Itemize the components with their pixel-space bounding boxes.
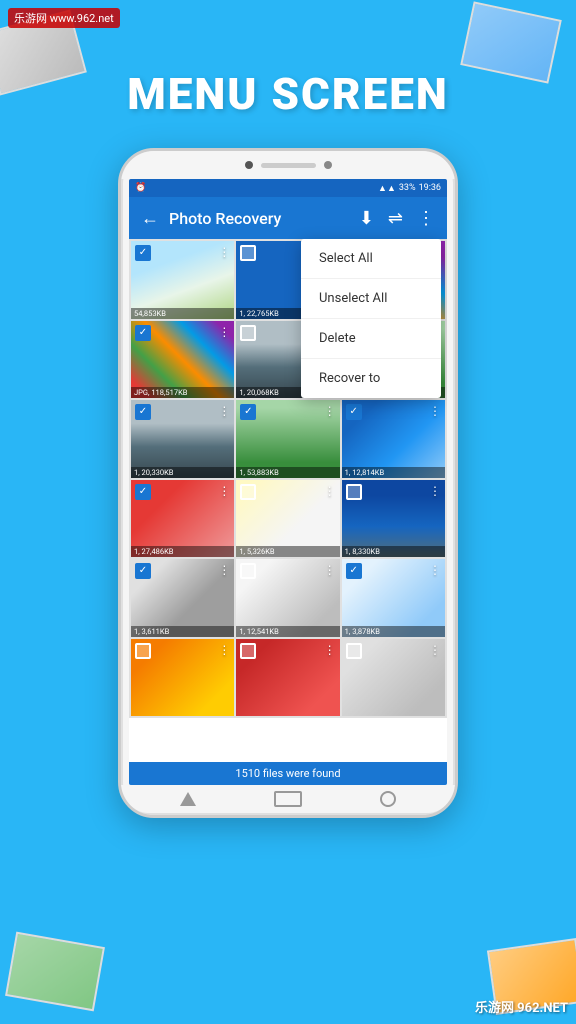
filter-icon[interactable]: ⇌ <box>384 204 407 233</box>
app-toolbar: ← Photo Recovery ⬇ ⇌ ⋮ <box>129 197 447 239</box>
photo-checkbox-12[interactable] <box>346 484 362 500</box>
photo-checkbox-2[interactable] <box>240 245 256 261</box>
page-title: MENU SCREEN <box>0 68 576 120</box>
photo-checkbox-17[interactable] <box>240 643 256 659</box>
photo-label-9: 1, 12,814KB <box>342 467 445 478</box>
photo-menu-icon-9[interactable]: ⋮ <box>429 404 441 418</box>
phone-top-bar <box>121 151 455 179</box>
photo-checkbox-5[interactable] <box>240 325 256 341</box>
photo-menu-icon-11[interactable]: ⋮ <box>324 484 336 498</box>
nav-recents-button[interactable] <box>380 791 396 807</box>
photo-checkbox-14[interactable] <box>240 563 256 579</box>
nav-home-button[interactable] <box>274 791 302 807</box>
photo-cell-1[interactable]: ⋮ 54,853KB <box>131 241 234 319</box>
photo-label-8: 1, 53,883KB <box>236 467 339 478</box>
photo-cell-12[interactable]: ⋮ 1, 8,330KB <box>342 480 445 558</box>
photo-menu-icon-17[interactable]: ⋮ <box>324 643 336 657</box>
status-bar-left: ⏰ <box>135 183 146 193</box>
download-icon[interactable]: ⬇ <box>355 204 378 233</box>
phone-screen: ⏰ ▲▲ 33% 19:36 ← Photo Recovery ⬇ ⇌ ⋮ Se… <box>129 179 447 785</box>
status-bar: ⏰ ▲▲ 33% 19:36 <box>129 179 447 197</box>
signal-icon: ▲▲ <box>378 183 396 194</box>
photo-checkbox-13[interactable] <box>135 563 151 579</box>
photo-menu-icon-12[interactable]: ⋮ <box>429 484 441 498</box>
photo-cell-11[interactable]: ⋮ 1, 5,326KB <box>236 480 339 558</box>
photo-cell-13[interactable]: ⋮ 1, 3,611KB <box>131 559 234 637</box>
photo-menu-icon-10[interactable]: ⋮ <box>218 484 230 498</box>
time-display: 19:36 <box>419 183 441 193</box>
photo-menu-icon-13[interactable]: ⋮ <box>218 563 230 577</box>
back-button[interactable]: ← <box>137 204 163 233</box>
photo-cell-7[interactable]: ⋮ 1, 20,330KB <box>131 400 234 478</box>
photo-checkbox-15[interactable] <box>346 563 362 579</box>
photo-label-13: 1, 3,611KB <box>131 626 234 637</box>
photo-cell-9[interactable]: ⋮ 1, 12,814KB <box>342 400 445 478</box>
photo-menu-icon-8[interactable]: ⋮ <box>324 404 336 418</box>
phone-camera <box>245 161 253 169</box>
phone-speaker <box>261 163 316 168</box>
photo-label-12: 1, 8,330KB <box>342 546 445 557</box>
photo-checkbox-10[interactable] <box>135 484 151 500</box>
status-bar-right: ▲▲ 33% 19:36 <box>378 183 441 194</box>
menu-item-select-all[interactable]: Select All <box>301 239 441 279</box>
photo-menu-icon-16[interactable]: ⋮ <box>218 643 230 657</box>
phone-cam-right <box>324 161 332 169</box>
photo-menu-icon-4[interactable]: ⋮ <box>218 325 230 339</box>
photo-menu-icon-7[interactable]: ⋮ <box>218 404 230 418</box>
alarm-icon: ⏰ <box>135 183 146 193</box>
photo-label-15: 1, 3,878KB <box>342 626 445 637</box>
battery-percent: 33% <box>399 183 416 193</box>
photo-cell-4[interactable]: ⋮ JPG, 118,517KB <box>131 321 234 399</box>
toolbar-title: Photo Recovery <box>169 209 349 228</box>
photo-cell-17[interactable]: ⋮ <box>236 639 339 717</box>
nav-back-button[interactable] <box>180 792 196 806</box>
photo-menu-icon-1[interactable]: ⋮ <box>218 245 230 259</box>
photo-cell-15[interactable]: ⋮ 1, 3,878KB <box>342 559 445 637</box>
photo-checkbox-1[interactable] <box>135 245 151 261</box>
photo-label-10: 1, 27,486KB <box>131 546 234 557</box>
watermark-bottom: 乐游网 962.NET <box>475 997 568 1016</box>
photo-checkbox-11[interactable] <box>240 484 256 500</box>
photo-checkbox-4[interactable] <box>135 325 151 341</box>
photo-cell-18[interactable]: ⋮ <box>342 639 445 717</box>
photo-checkbox-16[interactable] <box>135 643 151 659</box>
phone-device: ⏰ ▲▲ 33% 19:36 ← Photo Recovery ⬇ ⇌ ⋮ Se… <box>118 148 458 818</box>
dropdown-menu: Select All Unselect All Delete Recover t… <box>301 239 441 398</box>
photo-label-1: 54,853KB <box>131 308 234 319</box>
photo-cell-16[interactable]: ⋮ <box>131 639 234 717</box>
decorative-photo-bl <box>5 932 105 1012</box>
file-count-status: 1510 files were found <box>129 762 447 785</box>
photo-checkbox-9[interactable] <box>346 404 362 420</box>
menu-item-delete[interactable]: Delete <box>301 319 441 359</box>
menu-item-unselect-all[interactable]: Unselect All <box>301 279 441 319</box>
photo-menu-icon-15[interactable]: ⋮ <box>429 563 441 577</box>
photo-cell-14[interactable]: ⋮ 1, 12,541KB <box>236 559 339 637</box>
photo-menu-icon-18[interactable]: ⋮ <box>429 643 441 657</box>
photo-label-11: 1, 5,326KB <box>236 546 339 557</box>
menu-item-recover-to[interactable]: Recover to <box>301 359 441 398</box>
photo-checkbox-8[interactable] <box>240 404 256 420</box>
watermark-top: 乐游网 www.962.net <box>8 8 120 28</box>
phone-bottom-bar <box>121 785 455 813</box>
more-options-icon[interactable]: ⋮ <box>413 204 439 233</box>
photo-checkbox-18[interactable] <box>346 643 362 659</box>
photo-menu-icon-14[interactable]: ⋮ <box>324 563 336 577</box>
photo-cell-8[interactable]: ⋮ 1, 53,883KB <box>236 400 339 478</box>
photo-checkbox-7[interactable] <box>135 404 151 420</box>
photo-cell-10[interactable]: ⋮ 1, 27,486KB <box>131 480 234 558</box>
photo-label-7: 1, 20,330KB <box>131 467 234 478</box>
photo-label-14: 1, 12,541KB <box>236 626 339 637</box>
photo-label-4: JPG, 118,517KB <box>131 387 234 398</box>
